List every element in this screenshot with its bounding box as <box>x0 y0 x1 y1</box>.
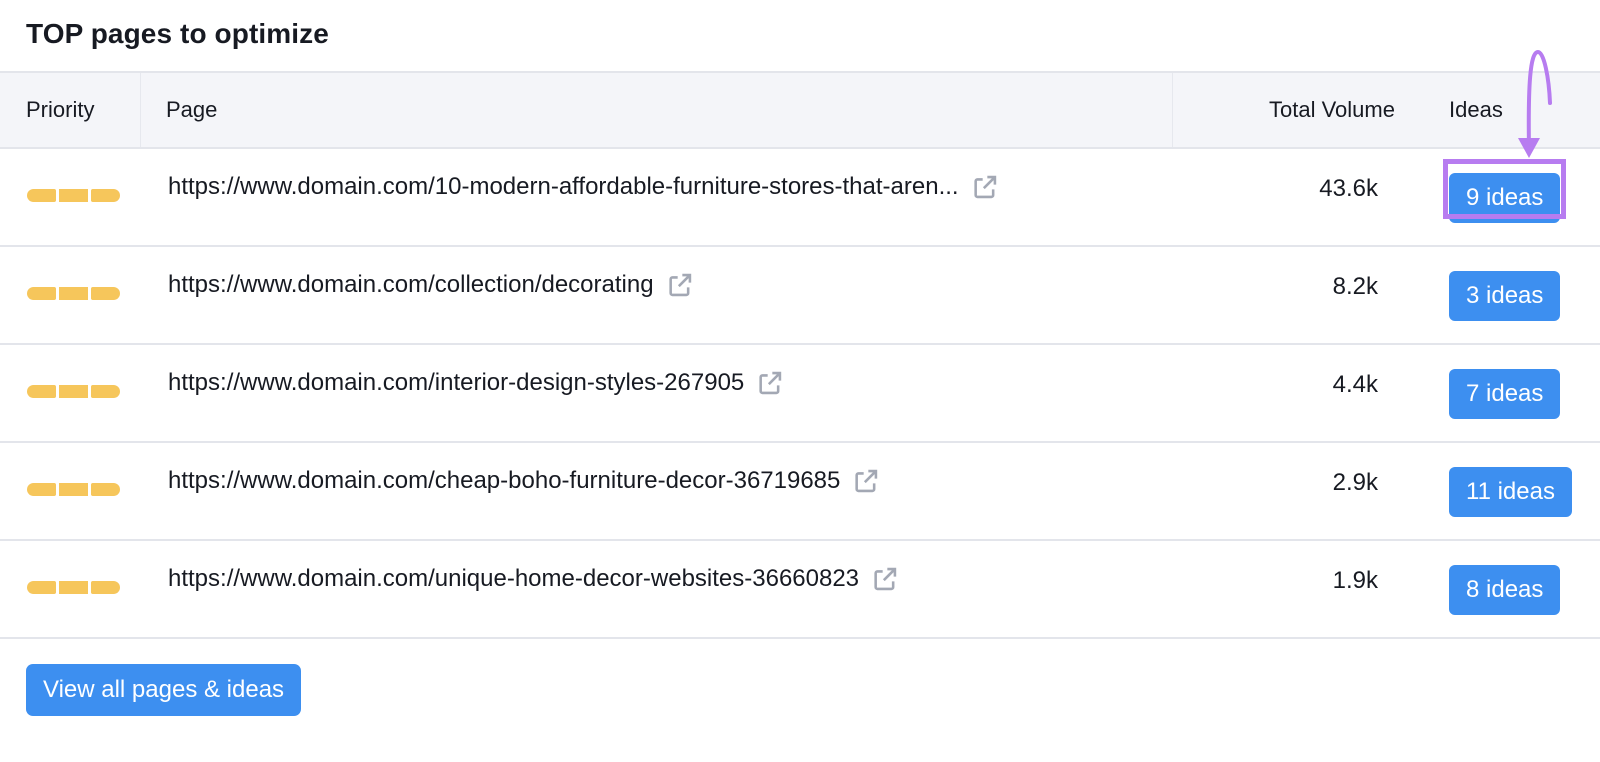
ideas-button[interactable]: 7 ideas <box>1449 369 1561 419</box>
external-link-icon[interactable] <box>666 271 694 299</box>
page-url[interactable]: https://www.domain.com/10-modern-afforda… <box>168 173 959 201</box>
page-cell: https://www.domain.com/cheap-boho-furnit… <box>168 467 880 495</box>
table-row: https://www.domain.com/cheap-boho-furnit… <box>0 443 1600 541</box>
total-volume: 8.2k <box>1332 273 1378 300</box>
priority-indicator <box>27 385 120 398</box>
ideas-button[interactable]: 3 ideas <box>1449 271 1561 321</box>
column-divider <box>140 73 141 147</box>
annotation-arrow-icon <box>1518 49 1552 158</box>
pages-table: Priority Page Total Volume Ideas https:/… <box>0 71 1600 639</box>
priority-segment <box>27 581 56 594</box>
total-volume: 4.4k <box>1332 371 1378 398</box>
column-header-total-volume[interactable]: Total Volume <box>1269 97 1395 123</box>
priority-indicator <box>27 581 120 594</box>
priority-segment <box>27 483 56 496</box>
priority-segment <box>59 189 88 202</box>
priority-indicator <box>27 483 120 496</box>
page-url[interactable]: https://www.domain.com/unique-home-decor… <box>168 565 859 593</box>
table-row: https://www.domain.com/unique-home-decor… <box>0 541 1600 639</box>
priority-segment <box>27 385 56 398</box>
priority-segment <box>27 189 56 202</box>
table-row: https://www.domain.com/collection/decora… <box>0 247 1600 345</box>
page-url[interactable]: https://www.domain.com/interior-design-s… <box>168 369 744 397</box>
page-url[interactable]: https://www.domain.com/collection/decora… <box>168 271 654 299</box>
external-link-icon[interactable] <box>971 173 999 201</box>
priority-segment <box>59 385 88 398</box>
priority-segment <box>91 189 120 202</box>
page-cell: https://www.domain.com/unique-home-decor… <box>168 565 899 593</box>
external-link-icon[interactable] <box>852 467 880 495</box>
external-link-icon[interactable] <box>871 565 899 593</box>
page-cell: https://www.domain.com/interior-design-s… <box>168 369 784 397</box>
widget-title: TOP pages to optimize <box>26 18 329 49</box>
priority-segment <box>59 287 88 300</box>
priority-segment <box>59 483 88 496</box>
table-row: https://www.domain.com/interior-design-s… <box>0 345 1600 443</box>
priority-segment <box>91 483 120 496</box>
column-header-priority[interactable]: Priority <box>26 97 94 123</box>
table-row: https://www.domain.com/10-modern-afforda… <box>0 149 1600 247</box>
ideas-button[interactable]: 9 ideas <box>1449 173 1561 223</box>
external-link-icon[interactable] <box>756 369 784 397</box>
table-header: Priority Page Total Volume Ideas <box>0 71 1600 149</box>
page-url[interactable]: https://www.domain.com/cheap-boho-furnit… <box>168 467 840 495</box>
column-header-ideas[interactable]: Ideas <box>1449 97 1503 123</box>
priority-segment <box>27 287 56 300</box>
ideas-button[interactable]: 8 ideas <box>1449 565 1561 615</box>
priority-indicator <box>27 189 120 202</box>
priority-indicator <box>27 287 120 300</box>
priority-segment <box>91 385 120 398</box>
total-volume: 43.6k <box>1319 175 1378 202</box>
page-cell: https://www.domain.com/10-modern-afforda… <box>168 173 999 201</box>
column-divider <box>1172 73 1173 147</box>
total-volume: 1.9k <box>1332 567 1378 594</box>
total-volume: 2.9k <box>1332 469 1378 496</box>
column-header-page[interactable]: Page <box>166 97 217 123</box>
ideas-button[interactable]: 11 ideas <box>1449 467 1572 517</box>
priority-segment <box>59 581 88 594</box>
priority-segment <box>91 287 120 300</box>
priority-segment <box>91 581 120 594</box>
page-cell: https://www.domain.com/collection/decora… <box>168 271 694 299</box>
view-all-pages-button[interactable]: View all pages & ideas <box>26 664 302 716</box>
